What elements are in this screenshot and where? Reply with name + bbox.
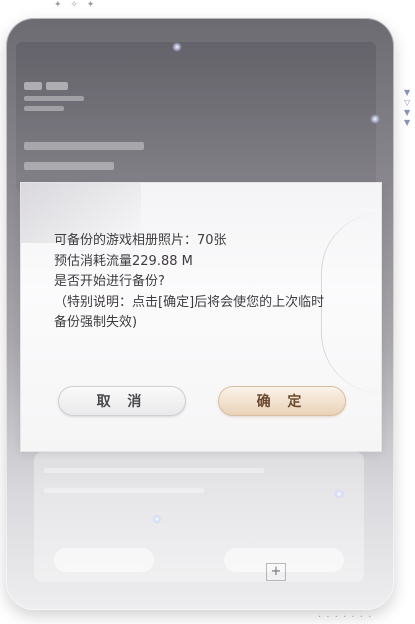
confirm-button[interactable]: 确 定 (218, 386, 346, 416)
arrow-down-icon: ▼ (404, 88, 411, 97)
message-line-data-usage: 预估消耗流量229.88 M (54, 253, 193, 269)
background-line (44, 488, 204, 493)
background-panel (34, 452, 364, 582)
background-card (16, 42, 376, 192)
background-button (54, 548, 154, 572)
sparkle-glint (152, 514, 162, 524)
sparkle-glint (370, 114, 380, 124)
dialog-message: 可备份的游戏相册照片：70张 预估消耗流量229.88 M 是否开始进行备份? … (54, 231, 364, 334)
background-tag (46, 82, 68, 90)
background-line (44, 468, 264, 473)
sparkle-glint (332, 490, 346, 498)
sparkle-glint (172, 42, 182, 52)
background-line (24, 142, 144, 150)
side-arrow-decoration: ▼ ▽ ▼ ▼ (404, 88, 410, 127)
sparkle-decoration: ✦ ✧ ✦ (54, 0, 98, 10)
background-line (24, 162, 114, 170)
backup-confirm-dialog: 可备份的游戏相册照片：70张 预估消耗流量229.88 M 是否开始进行备份? … (20, 182, 382, 452)
plus-icon: + (266, 563, 286, 581)
cancel-button[interactable]: 取 消 (58, 386, 186, 416)
dot-decoration: · · · · · · · (318, 612, 373, 623)
arrow-down-outline-icon: ▽ (404, 98, 411, 107)
background-line (24, 106, 64, 111)
message-line-note: （特别说明：点击[确定]后将会使您的上次临时 (54, 294, 325, 310)
background-tag (24, 82, 42, 90)
message-line-question: 是否开始进行备份? (54, 274, 165, 289)
arrow-down-icon: ▼ (404, 108, 411, 117)
message-line-photo-count: 可备份的游戏相册照片：70张 (54, 233, 227, 248)
background-line (24, 96, 84, 101)
message-line-note-continued: 备份强制失效) (54, 315, 138, 330)
arrow-down-icon: ▼ (404, 118, 411, 127)
